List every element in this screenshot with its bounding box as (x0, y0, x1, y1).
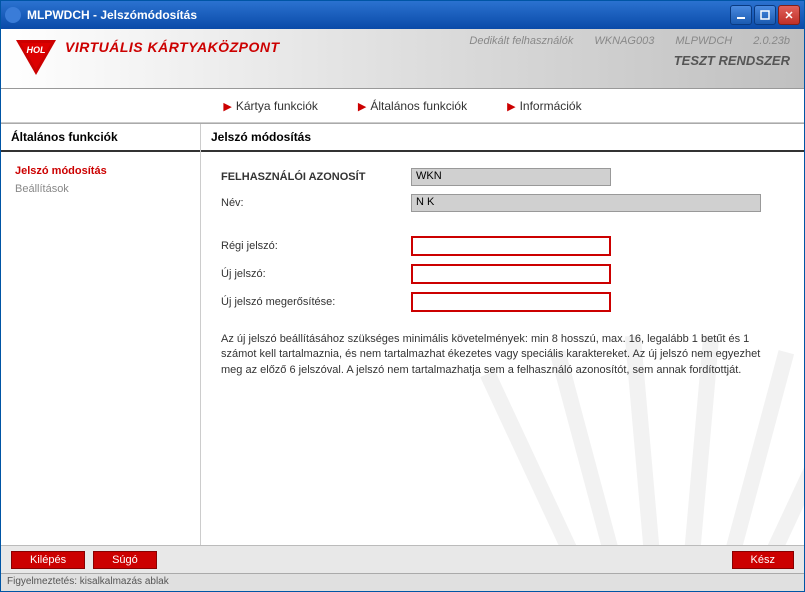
row-name: Név: N K (221, 194, 784, 212)
row-new-password: Új jelszó: (221, 264, 784, 284)
maximize-icon (760, 10, 770, 20)
sidebar-item-password[interactable]: Jelszó módosítás (15, 162, 186, 180)
titlebar[interactable]: MLPWDCH - Jelszómódosítás (1, 1, 804, 29)
row-old-password: Régi jelszó: (221, 236, 784, 256)
sidebar: Általános funkciók Jelszó módosítás Beál… (1, 124, 201, 545)
minimize-icon (736, 10, 746, 20)
arrow-icon: ▶ (507, 101, 515, 113)
label-name: Név: (221, 197, 411, 209)
header-info: Dedikált felhasználók WKNAG003 MLPWDCH 2… (451, 35, 790, 68)
svg-text:HOL: HOL (27, 45, 46, 55)
content-area: Általános funkciók Jelszó módosítás Beál… (1, 123, 804, 545)
nav-label: Általános funkciók (370, 99, 467, 113)
row-confirm-password: Új jelszó megerősítése: (221, 292, 784, 312)
version: 2.0.23b (753, 35, 790, 47)
app-icon (5, 7, 21, 23)
exit-button[interactable]: Kilépés (11, 551, 85, 569)
label-old-password: Régi jelszó: (221, 240, 411, 252)
main: Jelszó módosítás FELHASZNÁLÓI AZONOSÍT W… (201, 124, 804, 545)
done-button[interactable]: Kész (732, 551, 794, 569)
input-confirm-password[interactable] (411, 292, 611, 312)
header: HOL VIRTUÁLIS KÁRTYAKÖZPONT Dedikált fel… (1, 29, 804, 89)
user-label: Dedikált felhasználók (469, 35, 573, 47)
main-body: FELHASZNÁLÓI AZONOSÍT WKN Név: N K Régi … (201, 152, 804, 545)
window-controls (730, 5, 800, 25)
statusbar: Figyelmeztetés: kisalkalmazás ablak (1, 573, 804, 591)
button-bar: Kilépés Súgó Kész (1, 545, 804, 573)
top-nav: ▶ Kártya funkciók ▶ Általános funkciók ▶ In… (1, 89, 804, 123)
input-old-password[interactable] (411, 236, 611, 256)
input-new-password[interactable] (411, 264, 611, 284)
row-userid: FELHASZNÁLÓI AZONOSÍT WKN (221, 168, 784, 186)
maximize-button[interactable] (754, 5, 776, 25)
help-text: Az új jelszó beállításához szükséges min… (221, 332, 781, 378)
arrow-icon: ▶ (223, 101, 231, 113)
label-new-password: Új jelszó: (221, 268, 411, 280)
sidebar-item-settings[interactable]: Beállítások (15, 180, 186, 198)
main-title: Jelszó módosítás (201, 124, 804, 152)
close-button[interactable] (778, 5, 800, 25)
logo-icon: HOL (13, 37, 59, 77)
sidebar-items: Jelszó módosítás Beállítások (1, 152, 200, 208)
user-value: WKNAG003 (594, 35, 654, 47)
brand-text: VIRTUÁLIS KÁRTYAKÖZPONT (65, 39, 280, 55)
arrow-icon: ▶ (358, 101, 366, 113)
field-userid: WKN (411, 168, 611, 186)
app-code: MLPWDCH (675, 35, 732, 47)
minimize-button[interactable] (730, 5, 752, 25)
logo: HOL (11, 35, 61, 79)
nav-info[interactable]: ▶ Információk (507, 99, 582, 113)
label-confirm-password: Új jelszó megerősítése: (221, 296, 411, 308)
field-name: N K (411, 194, 761, 212)
sidebar-title: Általános funkciók (1, 124, 200, 152)
nav-general-functions[interactable]: ▶ Általános funkciók (358, 99, 467, 113)
nav-label: Kártya funkciók (236, 99, 318, 113)
nav-card-functions[interactable]: ▶ Kártya funkciók (223, 99, 318, 113)
test-system-label: TESZT RENDSZER (674, 53, 790, 68)
label-userid: FELHASZNÁLÓI AZONOSÍT (221, 171, 411, 183)
close-icon (784, 10, 794, 20)
nav-label: Információk (520, 99, 582, 113)
window-title: MLPWDCH - Jelszómódosítás (27, 8, 730, 22)
help-button[interactable]: Súgó (93, 551, 157, 569)
window: MLPWDCH - Jelszómódosítás HOL VIRTUÁLIS … (0, 0, 805, 592)
